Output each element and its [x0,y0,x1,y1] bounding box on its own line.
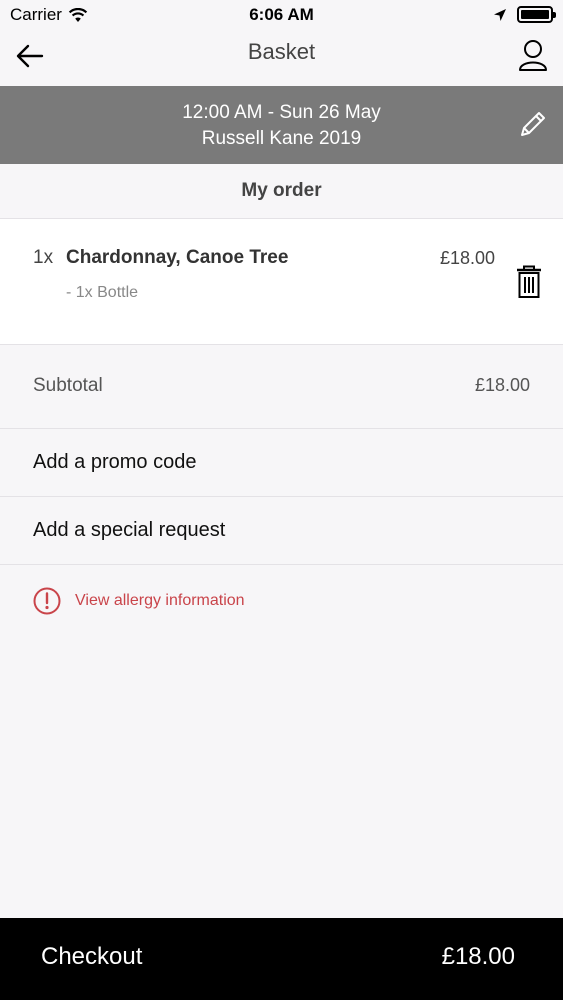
item-price: £18.00 [439,248,495,268]
subtotal-value: £18.00 [474,375,530,395]
status-bar: Carrier 6:06 AM [0,0,563,30]
event-banner: 12:00 AM - Sun 26 May Russell Kane 2019 [0,86,563,164]
event-name: Russell Kane 2019 [201,128,362,149]
trash-icon[interactable] [515,265,543,299]
location-icon [494,8,506,21]
add-special-request-label: Add a special request [33,519,226,541]
nav-bar: Basket [0,30,563,86]
add-promo-code-row[interactable]: Add a promo code [0,429,563,497]
subtotal-label: Subtotal [33,375,103,396]
alert-circle-icon [33,587,61,615]
user-icon[interactable] [517,38,549,72]
order-section-header: My order [0,164,563,219]
checkout-total: £18.00 [441,943,515,970]
order-item: 1x Chardonnay, Canoe Tree - 1x Bottle £1… [0,219,563,345]
allergy-information-label: View allergy information [75,592,245,609]
status-right [493,6,556,23]
battery-icon [517,6,556,23]
checkout-button[interactable]: Checkout £18.00 [0,918,563,1000]
page-title: Basket [247,39,316,64]
pencil-icon[interactable] [517,108,549,140]
item-name: Chardonnay, Canoe Tree [66,247,289,268]
item-option: - 1x Bottle [66,284,139,301]
checkout-label: Checkout [41,943,143,970]
event-datetime: 12:00 AM - Sun 26 May [182,102,381,123]
allergy-information-link[interactable]: View allergy information [33,587,245,615]
item-quantity: 1x [33,247,54,268]
subtotal-row: Subtotal £18.00 [0,345,563,429]
add-promo-code-label: Add a promo code [33,451,197,473]
add-special-request-row[interactable]: Add a special request [0,497,563,565]
clock: 6:06 AM [249,5,314,24]
